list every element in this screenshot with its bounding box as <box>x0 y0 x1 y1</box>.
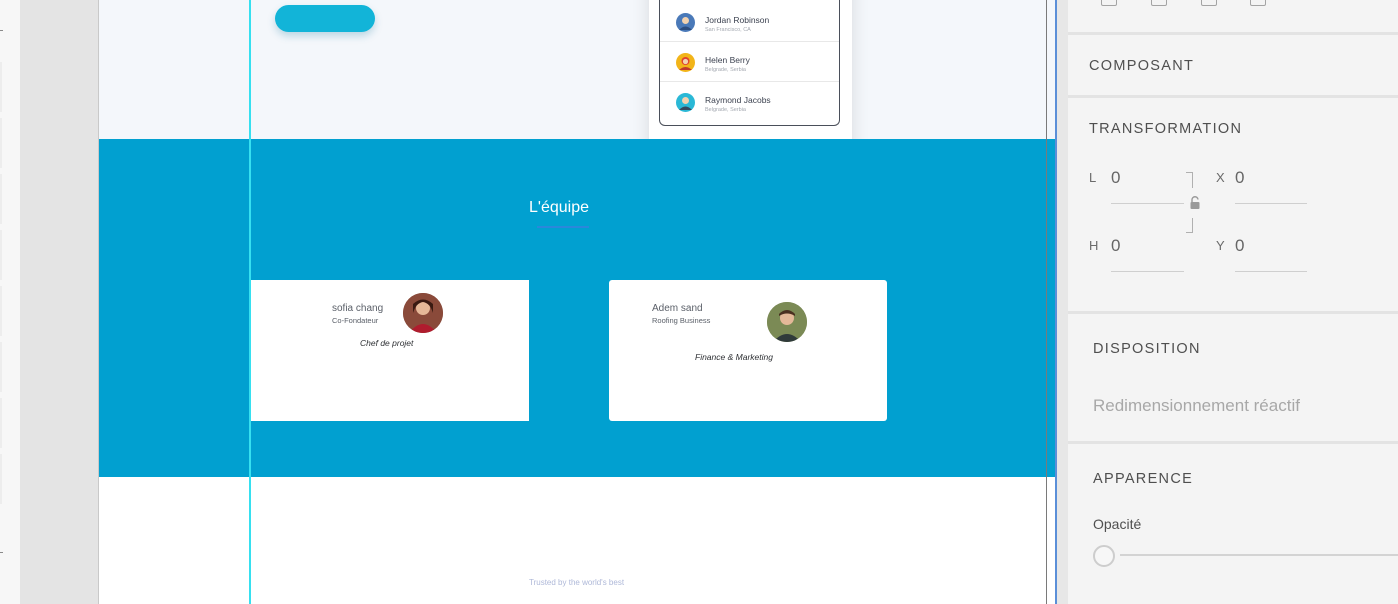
rail-segment <box>0 398 2 448</box>
width-underline <box>1111 203 1184 204</box>
person-icon <box>676 53 695 72</box>
panel-gutter <box>1057 0 1068 604</box>
section-divider <box>1068 311 1398 314</box>
opacity-slider-thumb[interactable] <box>1093 545 1115 567</box>
member-role: Roofing Business <box>652 316 711 325</box>
lock-bracket-bottom <box>1186 218 1193 233</box>
member-job: Chef de projet <box>360 338 414 348</box>
contact-location: San Francisco, CA <box>705 27 751 33</box>
layout-heading[interactable]: DISPOSITION <box>1093 341 1201 357</box>
opacity-slider-track[interactable] <box>1120 554 1398 556</box>
layout-guide-line[interactable] <box>249 0 251 604</box>
contact-name: Raymond Jacobs <box>705 95 771 105</box>
section-divider <box>1068 95 1398 98</box>
avatar <box>403 293 443 333</box>
appearance-heading[interactable]: APPARENCE <box>1093 471 1193 487</box>
section-divider <box>1068 32 1398 35</box>
trusted-caption: Trusted by the world's best <box>529 578 625 587</box>
lock-bracket-top <box>1186 172 1193 188</box>
align-checkbox[interactable] <box>1151 0 1167 6</box>
canvas-gutter <box>20 0 98 604</box>
artboard-boundary <box>1046 0 1047 604</box>
artboard[interactable]: Jordan Robinson San Francisco, CA Helen … <box>98 0 1055 604</box>
contact-item[interactable]: Jordan Robinson San Francisco, CA <box>660 2 839 42</box>
hero-cta-button[interactable] <box>275 5 375 32</box>
transform-heading[interactable]: TRANSFORMATION <box>1089 121 1242 137</box>
width-input[interactable]: 0 <box>1111 168 1120 188</box>
responsive-resize-toggle[interactable]: Redimensionnement réactif <box>1093 396 1300 416</box>
rail-segment <box>0 62 2 112</box>
y-input[interactable]: 0 <box>1235 236 1244 256</box>
title-underline <box>537 226 589 228</box>
member-name: Adem sand <box>652 303 703 314</box>
opacity-label: Opacité <box>1093 516 1142 532</box>
y-underline <box>1235 271 1307 272</box>
contact-name: Jordan Robinson <box>705 15 770 25</box>
rail-segment <box>0 286 2 336</box>
team-card[interactable]: Adem sand Roofing Business Finance & Mar… <box>609 280 887 421</box>
rail-segment <box>0 454 2 504</box>
align-checkbox[interactable] <box>1201 0 1217 6</box>
team-section[interactable]: L'équipe sofia chang Co-Fondateur Chef d… <box>99 139 1055 477</box>
rail-segment <box>0 174 2 224</box>
team-title: L'équipe <box>529 199 589 216</box>
contact-item[interactable]: Raymond Jacobs Belgrade, Serbia <box>660 82 839 122</box>
member-role: Co-Fondateur <box>332 316 379 325</box>
lock-icon[interactable] <box>1188 196 1202 215</box>
properties-panel: COMPOSANT TRANSFORMATION L 0 X 0 H 0 Y 0… <box>1068 0 1398 604</box>
align-checkbox[interactable] <box>1250 0 1266 6</box>
left-toolbar-rail <box>0 0 20 604</box>
avatar <box>767 302 807 342</box>
y-label: Y <box>1216 238 1225 253</box>
x-input[interactable]: 0 <box>1235 168 1244 188</box>
contact-name: Helen Berry <box>705 55 750 65</box>
width-label: L <box>1089 170 1097 185</box>
person-icon <box>676 13 695 32</box>
hero-section[interactable]: Jordan Robinson San Francisco, CA Helen … <box>99 0 1055 188</box>
height-input[interactable]: 0 <box>1111 236 1120 256</box>
member-job: Finance & Marketing <box>695 352 773 362</box>
component-heading[interactable]: COMPOSANT <box>1089 58 1194 74</box>
rail-segment <box>0 118 2 168</box>
contact-location: Belgrade, Serbia <box>705 107 746 113</box>
person-icon <box>676 93 695 112</box>
x-underline <box>1235 203 1307 204</box>
team-card[interactable]: sofia chang Co-Fondateur Chef de projet <box>250 280 529 421</box>
height-label: H <box>1089 238 1099 253</box>
x-label: X <box>1216 170 1225 185</box>
member-name: sofia chang <box>332 303 384 314</box>
rail-tick <box>0 552 3 553</box>
rail-segment <box>0 230 2 280</box>
phone-screen: Jordan Robinson San Francisco, CA Helen … <box>659 0 840 126</box>
contact-item[interactable]: Helen Berry Belgrade, Serbia <box>660 42 839 82</box>
height-underline <box>1111 271 1184 272</box>
rail-tick <box>0 30 3 31</box>
rail-segment <box>0 342 2 392</box>
section-divider <box>1068 441 1398 444</box>
align-checkbox[interactable] <box>1101 0 1117 6</box>
contact-location: Belgrade, Serbia <box>705 67 746 73</box>
